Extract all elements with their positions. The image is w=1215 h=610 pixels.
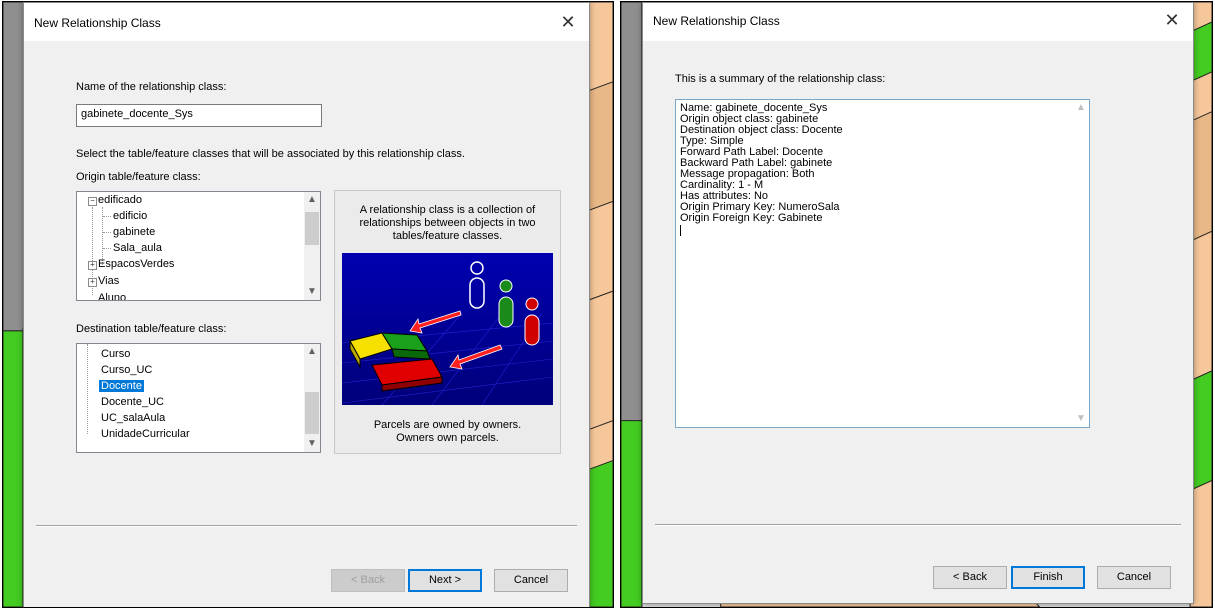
origin-scrollbar[interactable]: ▲ ▼ xyxy=(304,192,320,300)
list-item-docente[interactable]: Docente xyxy=(99,379,144,394)
destination-scrollbar[interactable]: ▲ ▼ xyxy=(304,344,320,452)
cancel-button[interactable]: Cancel xyxy=(494,569,568,592)
plus-icon[interactable]: + xyxy=(88,278,97,287)
new-relationship-class-summary-dialog: New Relationship Class ✕ This is a summa… xyxy=(642,2,1194,604)
tree-guide xyxy=(87,344,88,434)
tree-guide xyxy=(103,216,111,217)
summary-textbox[interactable]: Name: gabinete_docente_Sys Origin object… xyxy=(675,99,1090,428)
plus-icon[interactable]: + xyxy=(88,261,97,270)
relationship-info-panel: A relationship class is a collection of … xyxy=(334,190,561,454)
tree-item-sala-aula[interactable]: Sala_aula xyxy=(113,241,162,256)
chevron-up-icon[interactable]: ▲ xyxy=(1073,100,1089,116)
origin-tree[interactable]: − edificado edificio gabinete Sala_aula … xyxy=(76,191,321,301)
next-button[interactable]: Next > xyxy=(408,569,482,592)
tree-item-espacosverdes[interactable]: EspacosVerdes xyxy=(98,257,174,272)
tree-item-gabinete[interactable]: gabinete xyxy=(113,225,155,240)
list-item-unidadecurricular[interactable]: UnidadeCurricular xyxy=(101,427,190,442)
destination-list[interactable]: Curso Curso_UC Docente Docente_UC UC_sal… xyxy=(76,343,321,453)
dialog-title: New Relationship Class xyxy=(34,16,161,30)
back-button[interactable]: < Back xyxy=(331,569,405,592)
text-caret xyxy=(680,225,681,236)
list-item-uc-salaaula[interactable]: UC_salaAula xyxy=(101,411,165,426)
summary-line: Origin Foreign Key: Gabinete xyxy=(680,212,823,224)
chevron-down-icon[interactable]: ▼ xyxy=(1073,411,1089,427)
tree-item-vias[interactable]: Vias xyxy=(98,274,119,289)
selected-item-label: Docente xyxy=(99,380,144,392)
right-screenshot-panel: New Relationship Class ✕ This is a summa… xyxy=(620,1,1213,608)
info-text-line: relationships between objects in two xyxy=(359,217,536,229)
tree-item-edificio[interactable]: edificio xyxy=(113,209,147,224)
minus-icon[interactable]: − xyxy=(88,197,97,206)
chevron-down-icon[interactable]: ▼ xyxy=(304,284,320,300)
relationship-name-input[interactable]: gabinete_docente_Sys xyxy=(76,104,322,127)
footer-separator xyxy=(36,525,577,527)
close-icon[interactable]: ✕ xyxy=(555,10,581,34)
list-item-curso-uc[interactable]: Curso_UC xyxy=(101,363,152,378)
select-instruction: Select the table/feature classes that wi… xyxy=(76,148,465,160)
origin-label: Origin table/feature class: xyxy=(76,171,201,183)
tree-item-edificado[interactable]: edificado xyxy=(98,193,142,208)
finish-button[interactable]: Finish xyxy=(1011,566,1085,589)
back-button[interactable]: < Back xyxy=(933,566,1007,589)
tree-guide xyxy=(103,232,111,233)
footer-separator xyxy=(655,524,1181,526)
chevron-down-icon[interactable]: ▼ xyxy=(304,436,320,452)
chevron-up-icon[interactable]: ▲ xyxy=(304,192,320,208)
tree-guide xyxy=(103,248,111,249)
left-screenshot-panel: New Relationship Class ✕ Name of the rel… xyxy=(2,1,614,608)
list-item-curso[interactable]: Curso xyxy=(101,347,130,362)
info-text-line: tables/feature classes. xyxy=(392,230,503,242)
cancel-button[interactable]: Cancel xyxy=(1097,566,1171,589)
new-relationship-class-dialog: New Relationship Class ✕ Name of the rel… xyxy=(23,2,590,607)
summary-scrollbar[interactable]: ▲ ▼ xyxy=(1073,100,1089,427)
destination-label: Destination table/feature class: xyxy=(76,323,227,335)
close-icon[interactable]: ✕ xyxy=(1159,8,1185,32)
title-bar: New Relationship Class ✕ xyxy=(24,3,589,41)
info-text-line: A relationship class is a collection of xyxy=(359,204,536,216)
name-label: Name of the relationship class: xyxy=(76,81,227,93)
title-bar: New Relationship Class ✕ xyxy=(643,3,1193,41)
list-item-docente-uc[interactable]: Docente_UC xyxy=(101,395,164,410)
scroll-thumb[interactable] xyxy=(305,212,319,245)
relationship-illustration xyxy=(342,253,553,405)
scroll-thumb[interactable] xyxy=(305,392,319,434)
summary-label: This is a summary of the relationship cl… xyxy=(675,73,886,85)
info-caption-line: Parcels are owned by owners. xyxy=(373,419,522,431)
tree-item-aluno[interactable]: Aluno xyxy=(98,291,126,300)
dialog-title: New Relationship Class xyxy=(653,14,780,28)
info-caption-line: Owners own parcels. xyxy=(396,432,499,444)
chevron-up-icon[interactable]: ▲ xyxy=(304,344,320,360)
